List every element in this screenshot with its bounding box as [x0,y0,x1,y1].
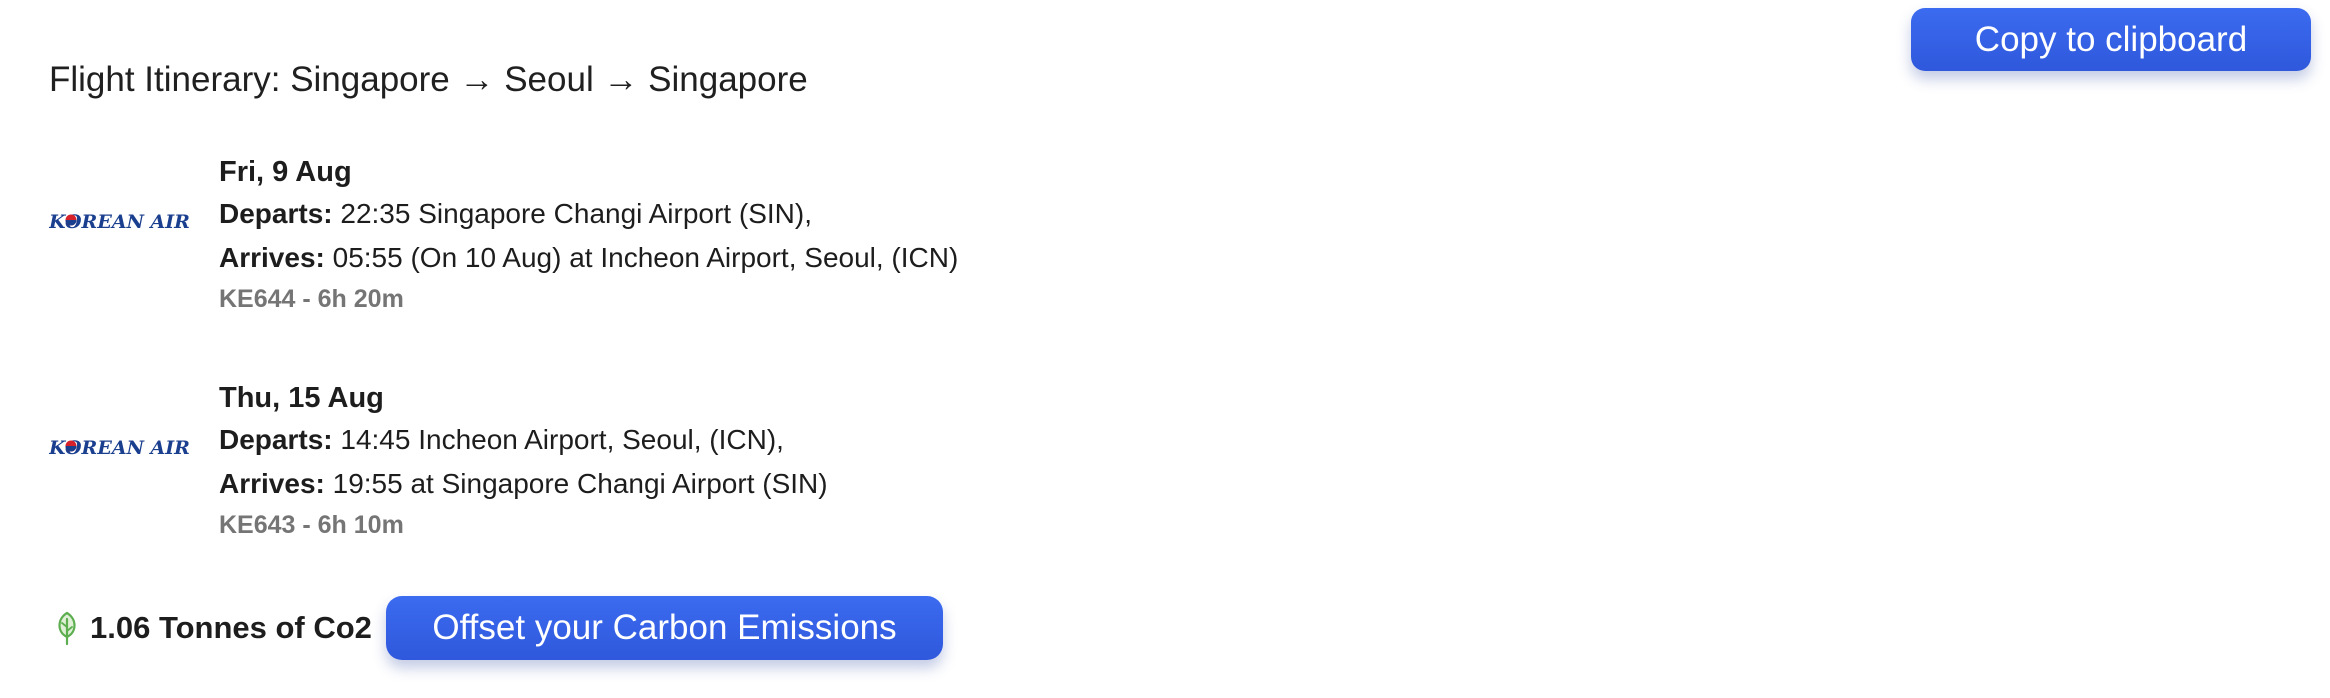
flight-card: KOREAN AIR Thu, 15 Aug Departs: 14:45 In… [0,378,1100,578]
departs-label: Departs: [219,424,333,455]
korean-air-logo-mark: KOREAN AIR [49,437,190,458]
arrives-line: Arrives: 19:55 at Singapore Changi Airpo… [219,462,828,506]
flight-date: Fri, 9 Aug [219,156,352,188]
itinerary-title: Flight Itinerary: Singapore → Seoul → Si… [49,60,808,99]
arrives-label: Arrives: [219,468,325,499]
flight-card: KOREAN AIR Fri, 9 Aug Departs: 22:35 Sin… [0,152,1100,352]
carbon-emissions: 1.06 Tonnes of Co2 [52,604,372,652]
korean-air-logo: KOREAN AIR [49,210,199,232]
departs-line: Departs: 14:45 Incheon Airport, Seoul, (… [219,418,828,462]
korean-air-logo: KOREAN AIR [49,436,199,458]
departs-label: Departs: [219,198,333,229]
flight-number-duration: KE643 - 6h 10m [219,511,404,539]
arrives-label: Arrives: [219,242,325,273]
offset-carbon-button[interactable]: Offset your Carbon Emissions [386,596,943,660]
departs-value: 14:45 Incheon Airport, Seoul, (ICN), [332,424,784,455]
arrives-value: 19:55 at Singapore Changi Airport (SIN) [324,468,828,499]
arrives-value: 05:55 (On 10 Aug) at Incheon Airport, Se… [324,242,959,273]
flight-details: Thu, 15 Aug Departs: 14:45 Incheon Airpo… [219,378,828,544]
leaf-icon [52,610,82,646]
carbon-amount: 1.06 Tonnes of Co2 [90,610,372,645]
korean-air-logo-mark: KOREAN AIR [49,211,190,232]
departs-line: Departs: 22:35 Singapore Changi Airport … [219,192,958,236]
flight-date: Thu, 15 Aug [219,382,384,414]
departs-value: 22:35 Singapore Changi Airport (SIN), [332,198,812,229]
flight-details: Fri, 9 Aug Departs: 22:35 Singapore Chan… [219,152,958,318]
arrives-line: Arrives: 05:55 (On 10 Aug) at Incheon Ai… [219,236,958,280]
copy-to-clipboard-button[interactable]: Copy to clipboard [1911,8,2311,71]
flight-number-duration: KE644 - 6h 20m [219,285,404,313]
itinerary-page: Copy to clipboard Flight Itinerary: Sing… [0,0,2330,698]
